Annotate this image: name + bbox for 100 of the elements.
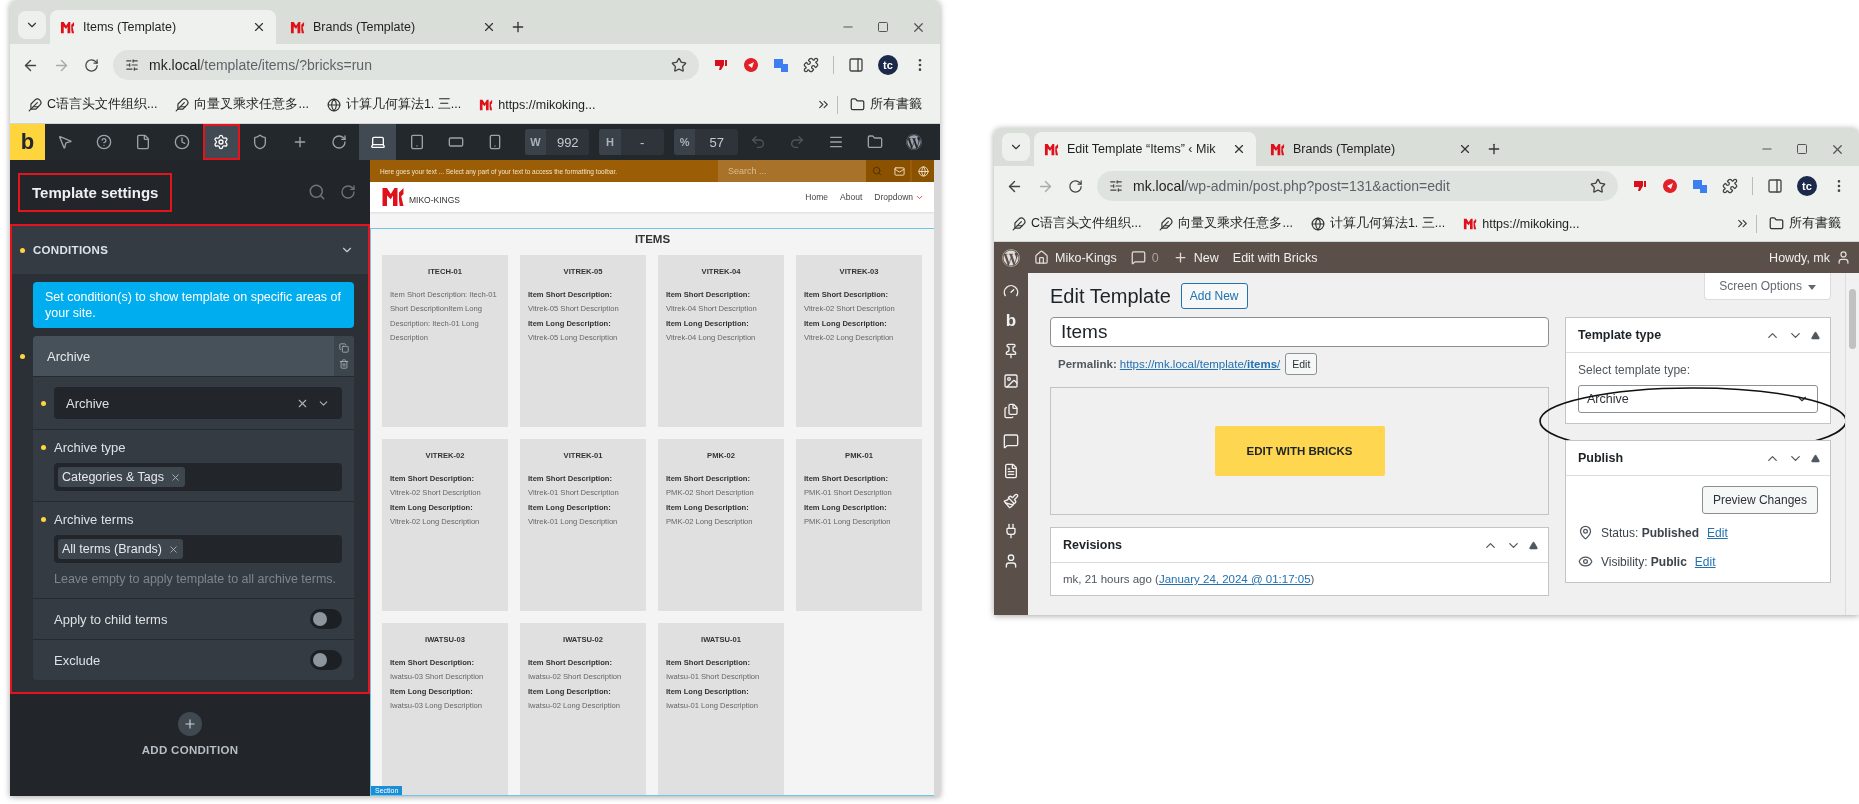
- triangle-icon[interactable]: [1529, 540, 1538, 550]
- extension-icon[interactable]: [1632, 178, 1648, 194]
- laptop-button[interactable]: [359, 124, 397, 160]
- bricks-logo[interactable]: b: [10, 124, 46, 160]
- extension-icon[interactable]: [713, 57, 729, 73]
- nav-link[interactable]: About: [840, 192, 863, 202]
- browser-tab[interactable]: Brands (Template): [280, 10, 506, 44]
- preview-changes-button[interactable]: Preview Changes: [1701, 486, 1818, 514]
- scrollbar[interactable]: [1845, 273, 1859, 615]
- extension-icon[interactable]: [1662, 178, 1678, 194]
- bookmark-item[interactable]: 计算几何算法1. 三...: [320, 93, 468, 116]
- close-icon[interactable]: [1458, 142, 1472, 156]
- edit-button[interactable]: Edit: [1285, 353, 1318, 375]
- triangle-icon[interactable]: [1811, 453, 1820, 463]
- bookmark-item[interactable]: https://mikoking...: [473, 94, 602, 115]
- tag-chip[interactable]: All terms (Brands): [58, 539, 184, 559]
- toggle-switch[interactable]: [310, 650, 342, 670]
- pages-icon[interactable]: [1003, 403, 1019, 419]
- template-type-select[interactable]: Archive: [1578, 385, 1818, 413]
- side-panel-icon[interactable]: [848, 57, 864, 73]
- select-field[interactable]: Archive: [54, 387, 342, 419]
- media-icon[interactable]: [1003, 373, 1019, 389]
- close-icon[interactable]: [482, 20, 496, 34]
- triangle-icon[interactable]: [1811, 330, 1820, 340]
- bricks-menu-item[interactable]: b: [1005, 313, 1017, 329]
- remove-icon[interactable]: [168, 543, 180, 555]
- browser-tab[interactable]: Edit Template “Items” ‹ Mik: [1034, 132, 1256, 166]
- account-menu[interactable]: Howdy, mk: [1769, 250, 1851, 265]
- site-settings-icon[interactable]: [125, 58, 139, 72]
- title-field[interactable]: Items: [1050, 317, 1549, 347]
- plug-icon[interactable]: [1003, 523, 1019, 539]
- gauge-icon[interactable]: [1003, 283, 1019, 299]
- settings-button[interactable]: [202, 124, 240, 160]
- browser-tab[interactable]: Brands (Template): [1260, 132, 1482, 166]
- size-field[interactable]: % 57: [673, 129, 739, 155]
- site-link[interactable]: Miko-Kings: [1034, 250, 1117, 265]
- close-icon[interactable]: [252, 20, 266, 34]
- browser-tab[interactable]: Items (Template): [50, 10, 276, 44]
- comment-icon[interactable]: [1003, 433, 1019, 449]
- extension-icon[interactable]: [773, 57, 789, 73]
- brush-icon[interactable]: [1003, 493, 1019, 509]
- nav-link[interactable]: Home: [805, 192, 829, 202]
- section-header[interactable]: CONDITIONS: [12, 226, 368, 274]
- toggle-switch[interactable]: [310, 609, 342, 629]
- screen-options-button[interactable]: Screen Options: [1704, 273, 1831, 300]
- remove-icon[interactable]: [169, 471, 181, 483]
- tag-chip[interactable]: Categories & Tags: [58, 467, 185, 487]
- bookmark-item[interactable]: 向量叉乘求任意多...: [1153, 212, 1299, 235]
- eye-icon: [1578, 554, 1593, 569]
- address-bar[interactable]: mk.local/wp-admin/post.php?post=131&action=edit: [1097, 171, 1618, 201]
- maximize-icon[interactable]: [877, 21, 889, 33]
- new-tab-icon[interactable]: [510, 19, 526, 35]
- side-panel-icon[interactable]: [1767, 178, 1783, 194]
- globe-button[interactable]: [912, 160, 934, 182]
- pin-icon[interactable]: [1003, 343, 1019, 359]
- bookmark-item[interactable]: C语言头文件组织...: [22, 93, 164, 116]
- revision-link[interactable]: January 24, 2024 @ 01:17:05: [1158, 573, 1311, 585]
- bookmark-item[interactable]: 向量叉乘求任意多...: [169, 93, 315, 116]
- edit-with-bricks-button[interactable]: EDIT WITH BRICKS: [1214, 426, 1385, 476]
- maximize-icon[interactable]: [1796, 143, 1808, 155]
- add-condition-label[interactable]: ADD CONDITION: [141, 744, 239, 756]
- new-tab-icon[interactable]: [1486, 141, 1502, 157]
- site-settings-icon[interactable]: [1109, 179, 1123, 193]
- nav-link[interactable]: Dropdown: [874, 192, 924, 202]
- bookmark-star-icon[interactable]: [1590, 178, 1606, 194]
- search-icon[interactable]: [308, 183, 326, 201]
- bookmark-star-icon[interactable]: [671, 57, 687, 73]
- bookmarks-folder[interactable]: 所有書籤: [844, 93, 928, 116]
- size-field[interactable]: H -: [599, 129, 664, 155]
- size-field[interactable]: W 992: [524, 129, 590, 155]
- extension-icon[interactable]: [743, 57, 759, 73]
- trash-icon[interactable]: [339, 359, 349, 369]
- tag-field[interactable]: Categories & Tags: [54, 463, 342, 491]
- reset-icon[interactable]: [340, 184, 356, 200]
- bookmark-item[interactable]: C语言头文件组织...: [1006, 212, 1148, 235]
- edit-link[interactable]: Edit: [1707, 525, 1728, 540]
- address-bar[interactable]: mk.local/template/items/?bricks=run: [113, 50, 699, 80]
- bookmark-item[interactable]: https://mikoking...: [1457, 213, 1586, 234]
- wordpress-icon[interactable]: [1002, 248, 1020, 267]
- bookmark-item[interactable]: 计算几何算法1. 三...: [1304, 212, 1452, 235]
- profile-avatar[interactable]: tc: [1797, 176, 1817, 196]
- puzzle-icon[interactable]: [803, 57, 819, 73]
- document-icon[interactable]: [1003, 463, 1019, 479]
- reload-icon[interactable]: [1068, 178, 1083, 194]
- profile-avatar[interactable]: tc: [878, 55, 898, 75]
- bookmarks-folder[interactable]: 所有書籤: [1763, 212, 1847, 235]
- user-icon[interactable]: [1003, 553, 1019, 569]
- new-link[interactable]: New: [1172, 250, 1219, 265]
- mail-button[interactable]: [888, 160, 910, 182]
- permalink-link[interactable]: https://mk.local/template/items/: [1119, 358, 1281, 370]
- close-icon[interactable]: [1232, 142, 1246, 156]
- extension-icon[interactable]: [1692, 178, 1708, 194]
- reload-icon[interactable]: [84, 57, 99, 73]
- puzzle-icon[interactable]: [1722, 178, 1738, 194]
- add-new-button[interactable]: Add New: [1180, 283, 1248, 309]
- copy-icon[interactable]: [339, 343, 349, 353]
- edit-with-bricks-link[interactable]: Edit with Bricks: [1232, 250, 1318, 265]
- add-condition-button[interactable]: [178, 712, 202, 736]
- edit-link[interactable]: Edit: [1694, 554, 1716, 569]
- tag-field[interactable]: All terms (Brands): [54, 535, 342, 563]
